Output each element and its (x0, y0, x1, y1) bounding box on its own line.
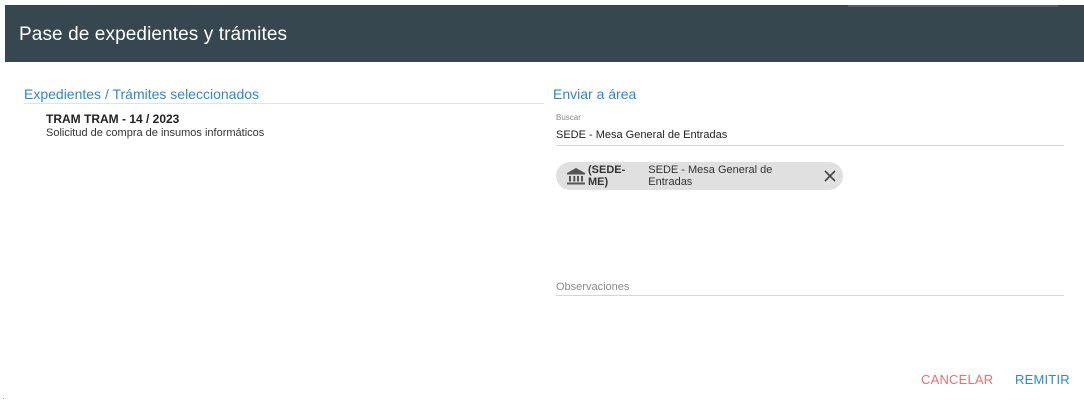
list-item: TRAM TRAM - 14 / 2023 Solicitud de compr… (46, 112, 264, 140)
header-divider (848, 5, 1058, 7)
corner-mark (3, 398, 4, 399)
dialog-title: Pase de expedientes y trámites (19, 24, 288, 45)
selected-items-title: Expedientes / Trámites seleccionados (24, 86, 260, 102)
submit-button[interactable]: REMITIR (1015, 372, 1070, 387)
observations-field[interactable] (556, 279, 1064, 296)
search-label: Buscar (556, 113, 581, 122)
send-to-area-title: Enviar a área (553, 86, 637, 102)
dialog-header: Pase de expedientes y trámites (5, 5, 1084, 62)
cancel-button[interactable]: CANCELAR (921, 372, 993, 387)
search-input[interactable] (556, 125, 1064, 146)
item-description: Solicitud de compra de insumos informáti… (46, 127, 265, 139)
selected-area-chip: (SEDE-ME) SEDE - Mesa General de Entrada… (556, 162, 843, 190)
section-divider (24, 103, 544, 104)
chip-code: (SEDE-ME) (588, 164, 626, 188)
chip-label: SEDE - Mesa General de Entradas (648, 164, 773, 188)
pass-dialog: Pase de expedientes y trámites Expedient… (0, 0, 1084, 409)
bank-icon (566, 167, 586, 185)
close-icon[interactable] (823, 169, 837, 183)
item-code: TRAM TRAM - 14 / 2023 (46, 112, 180, 126)
